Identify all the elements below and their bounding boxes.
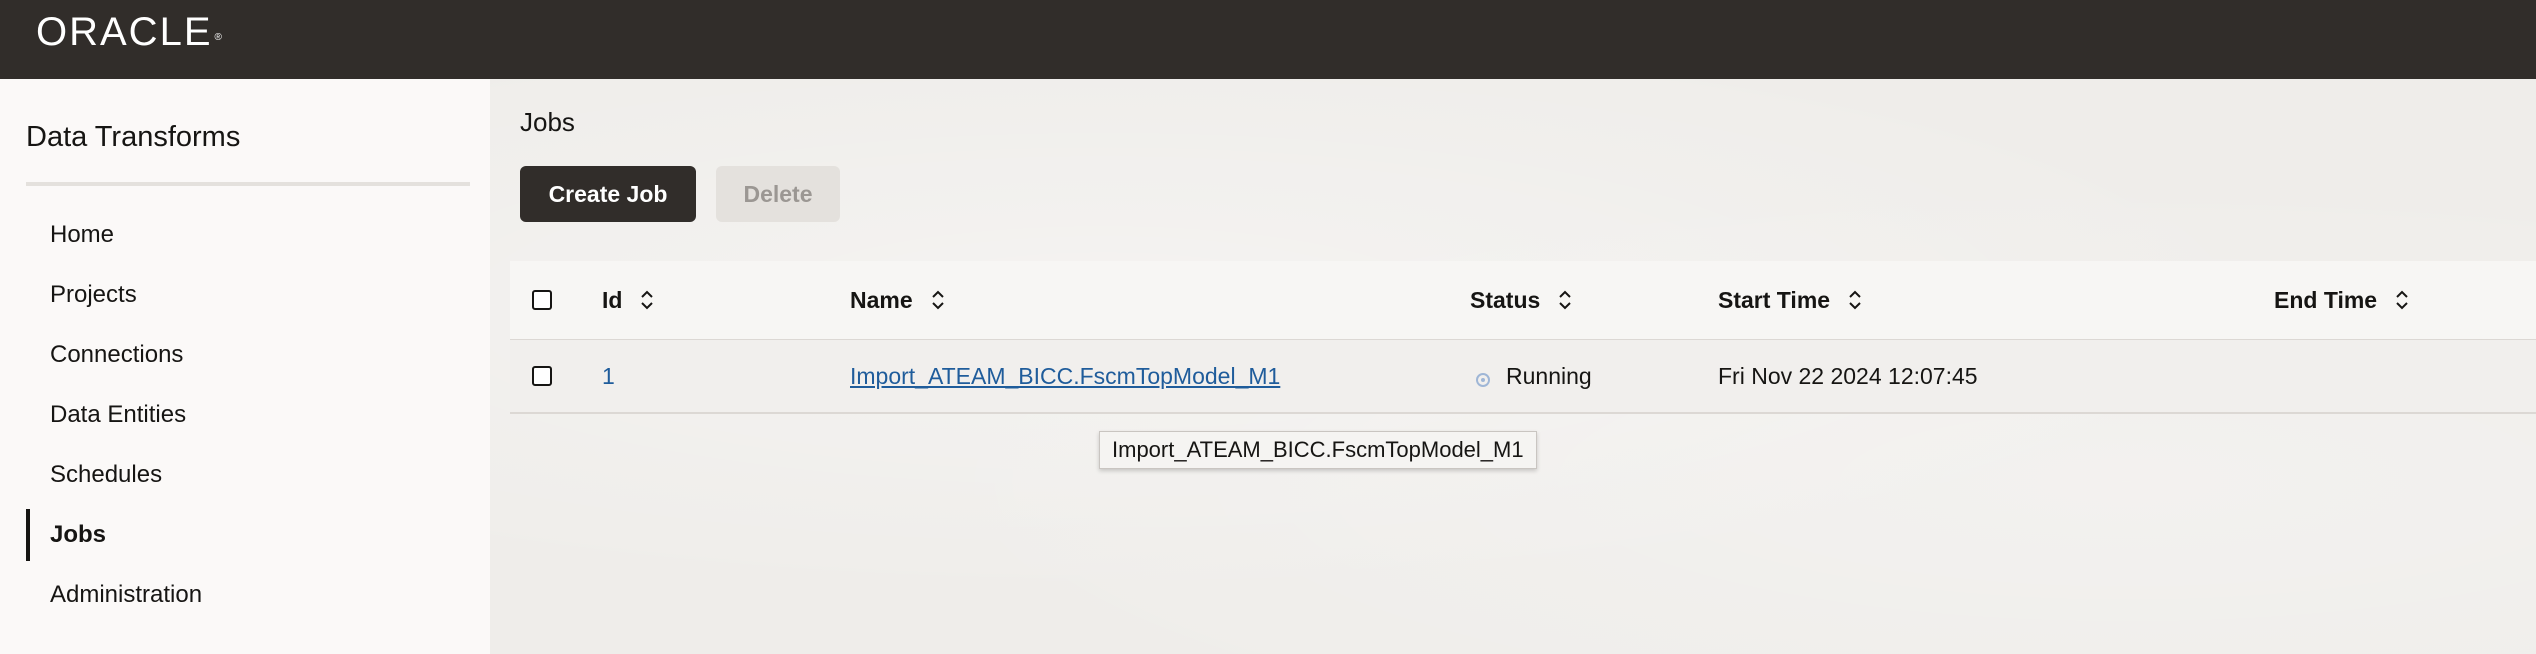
sidebar-nav: Home Projects Connections Data Entities …: [26, 205, 470, 625]
job-name-tooltip: Import_ATEAM_BICC.FscmTopModel_M1: [1099, 431, 1537, 469]
row-status-cell: Running: [1476, 340, 1592, 412]
select-all-checkbox[interactable]: [532, 290, 552, 310]
sidebar-item-projects[interactable]: Projects: [26, 265, 470, 325]
sidebar-divider: [26, 182, 470, 186]
column-label-status: Status: [1470, 286, 1541, 313]
sort-icon[interactable]: [1558, 289, 1572, 311]
running-status-icon: [1476, 373, 1490, 387]
column-header-name[interactable]: Name: [850, 261, 945, 339]
oracle-logo[interactable]: ORACLE ®: [36, 12, 224, 52]
row-start-time-cell: Fri Nov 22 2024 12:07:45: [1718, 340, 1978, 412]
row-name-cell: Import_ATEAM_BICC.FscmTopModel_M1: [850, 340, 1280, 412]
sidebar-item-administration[interactable]: Administration: [26, 565, 470, 625]
main-content: Jobs Create Job Delete Id Name Status St…: [490, 79, 2536, 654]
sort-icon[interactable]: [1848, 289, 1862, 311]
sidebar-item-home[interactable]: Home: [26, 205, 470, 265]
column-header-status[interactable]: Status: [1470, 261, 1572, 339]
row-id-cell: 1: [602, 340, 615, 412]
sidebar-item-jobs[interactable]: Jobs: [26, 505, 470, 565]
row-select-cell: [532, 340, 552, 412]
sidebar-item-schedules[interactable]: Schedules: [26, 445, 470, 505]
sort-icon[interactable]: [931, 289, 945, 311]
column-label-end-time: End Time: [2274, 286, 2378, 313]
logo-text: ORACLE: [36, 10, 213, 54]
column-label-id: Id: [602, 286, 623, 313]
top-bar: ORACLE ®: [0, 0, 2536, 79]
job-name-link[interactable]: Import_ATEAM_BICC.FscmTopModel_M1: [850, 363, 1280, 390]
page-title: Jobs: [520, 107, 575, 137]
column-label-name: Name: [850, 286, 913, 313]
registered-mark: ®: [214, 32, 224, 43]
column-header-end-time[interactable]: End Time: [2274, 261, 2409, 339]
sidebar-title: Data Transforms: [26, 121, 241, 153]
sidebar: Data Transforms Home Projects Connection…: [0, 79, 490, 654]
table-row[interactable]: 1 Import_ATEAM_BICC.FscmTopModel_M1 Runn…: [510, 340, 2536, 414]
select-all-cell: [532, 261, 552, 339]
sidebar-item-connections[interactable]: Connections: [26, 325, 470, 385]
job-id-link[interactable]: 1: [602, 363, 615, 390]
delete-button[interactable]: Delete: [716, 166, 840, 222]
column-header-id[interactable]: Id: [602, 261, 654, 339]
column-header-start-time[interactable]: Start Time: [1718, 261, 1862, 339]
sort-icon[interactable]: [2395, 289, 2409, 311]
row-checkbox[interactable]: [532, 366, 552, 386]
column-label-start-time: Start Time: [1718, 286, 1831, 313]
start-time-text: Fri Nov 22 2024 12:07:45: [1718, 362, 1978, 389]
create-job-button[interactable]: Create Job: [520, 166, 696, 222]
sidebar-item-data-entities[interactable]: Data Entities: [26, 385, 470, 445]
status-text: Running: [1506, 362, 1592, 389]
table-header: Id Name Status Start Time End Time: [510, 261, 2536, 340]
jobs-table: Id Name Status Start Time End Time 1 Imp…: [510, 261, 2536, 414]
sort-icon[interactable]: [640, 289, 654, 311]
